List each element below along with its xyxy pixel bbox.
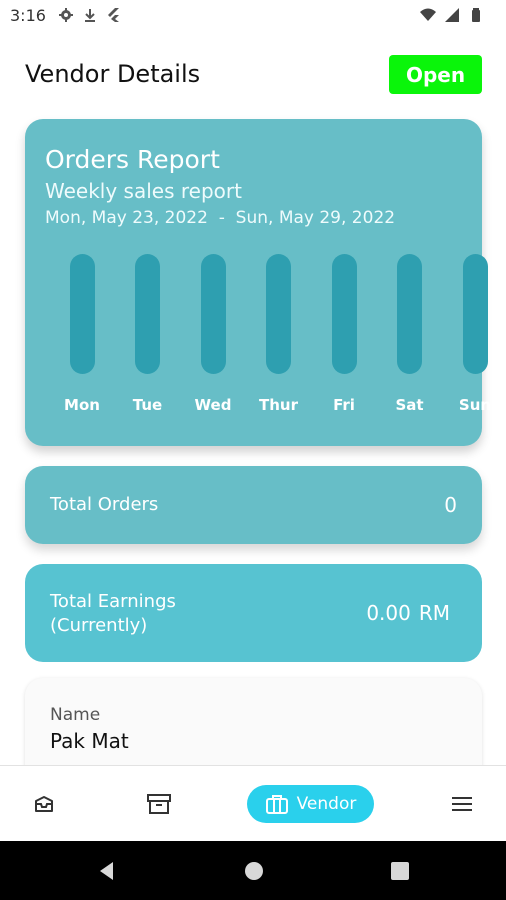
day-label-fri: Fri — [333, 396, 355, 414]
total-earnings-value: 0.00 RM — [358, 601, 450, 625]
bar-track-tue — [135, 254, 160, 374]
vendor-briefcase-icon — [265, 795, 288, 814]
vendor-name-value: Pak Mat — [50, 729, 129, 753]
menu-icon — [452, 797, 472, 811]
bar-track-sat — [397, 254, 422, 374]
earnings-currency: RM — [418, 601, 450, 625]
day-label-tue: Tue — [132, 396, 163, 414]
earnings-amount: 0.00 — [366, 601, 411, 625]
recents-icon[interactable] — [389, 860, 411, 882]
day-label-sun: Sun — [458, 396, 492, 414]
status-bar: 3:16 — [0, 0, 506, 30]
flutter-icon — [108, 8, 119, 22]
bar-track-thur — [266, 254, 291, 374]
earnings-label-line2: (Currently) — [50, 615, 148, 636]
gear-icon — [59, 8, 73, 22]
day-label-sat: Sat — [395, 396, 424, 414]
system-navigation-bar — [0, 841, 506, 900]
nav-archive[interactable] — [145, 788, 173, 820]
bar-track-wed — [200, 254, 226, 374]
bottom-navigation: Vendor — [0, 765, 506, 841]
app-header: Vendor Details Open — [0, 30, 506, 120]
total-orders-label: Total Orders — [50, 494, 159, 515]
signal-icon — [445, 8, 459, 22]
total-orders-card: Total Orders 0 — [25, 466, 482, 544]
day-label-wed: Wed — [194, 396, 232, 414]
nav-vendor[interactable]: Vendor — [247, 785, 374, 823]
bar-track-sun — [462, 254, 488, 374]
battery-icon — [472, 8, 480, 22]
wifi-icon — [420, 8, 436, 21]
status-time: 3:16 — [10, 6, 46, 25]
nav-menu[interactable] — [448, 788, 476, 820]
earnings-label-line1: Total Earnings — [50, 591, 176, 612]
download-icon — [85, 9, 95, 22]
bar-track-fri — [331, 254, 357, 374]
nav-vendor-label: Vendor — [296, 794, 357, 814]
orders-inbox-icon — [35, 796, 53, 812]
vendor-name-label: Name — [50, 705, 101, 725]
day-label-mon: Mon — [64, 396, 100, 414]
status-right-icons — [420, 7, 484, 23]
bar-track-mon — [69, 254, 95, 374]
total-earnings-label: Total Earnings (Currently) — [50, 590, 250, 638]
archive-icon — [147, 794, 171, 814]
status-left-icons — [58, 7, 122, 23]
nav-orders[interactable] — [30, 788, 58, 820]
day-label-thur: Thur — [259, 396, 298, 414]
total-orders-value: 0 — [444, 493, 457, 517]
weekly-bar-chart: Mon Tue Wed Thur Fri Sat Sun — [25, 119, 491, 446]
orders-report-card: Orders Report Weekly sales report Mon, M… — [25, 119, 491, 446]
total-earnings-card: Total Earnings (Currently) 0.00 RM — [25, 564, 482, 662]
page-title: Vendor Details — [25, 60, 201, 88]
home-icon[interactable] — [243, 860, 265, 882]
back-icon[interactable] — [96, 860, 118, 882]
vendor-status-button[interactable]: Open — [389, 55, 482, 94]
